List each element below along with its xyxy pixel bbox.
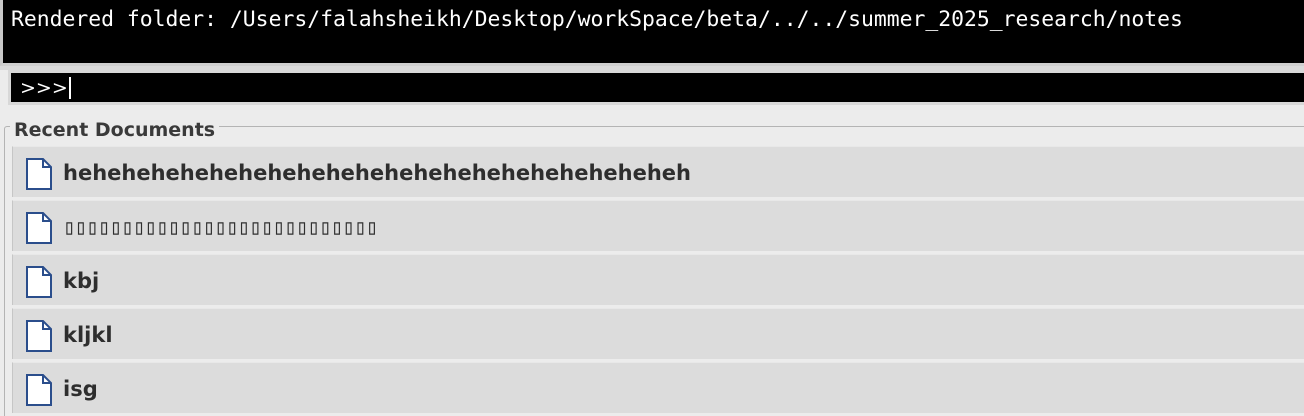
list-item[interactable]: hehehehehehehehehehehehehehehehehehehehe… xyxy=(12,146,1304,197)
command-input[interactable] xyxy=(75,75,1275,101)
recent-documents-title: Recent Documents xyxy=(10,117,220,143)
list-item[interactable]: isg xyxy=(12,362,1304,413)
document-name: hehehehehehehehehehehehehehehehehehehehe… xyxy=(63,161,692,185)
document-name: ▯▯▯▯▯▯▯▯▯▯▯▯▯▯▯▯▯▯▯▯▯▯▯▯▯▯▯ xyxy=(63,215,378,239)
command-prompt: >>> xyxy=(20,77,68,99)
document-icon xyxy=(26,158,52,190)
list-item[interactable]: kbj xyxy=(12,254,1304,305)
document-name: isg xyxy=(63,377,98,401)
list-item[interactable]: ▯▯▯▯▯▯▯▯▯▯▯▯▯▯▯▯▯▯▯▯▯▯▯▯▯▯▯ xyxy=(12,200,1304,251)
recent-documents-list: hehehehehehehehehehehehehehehehehehehehe… xyxy=(12,146,1304,416)
document-icon xyxy=(26,374,52,406)
app-window: Rendered folder: /Users/falahsheikh/Desk… xyxy=(0,0,1304,416)
document-name: kljkl xyxy=(63,323,113,347)
document-name: kbj xyxy=(63,269,100,293)
document-icon xyxy=(26,212,52,244)
document-icon xyxy=(26,266,52,298)
list-item[interactable]: kljkl xyxy=(12,308,1304,359)
console-output-text: Rendered folder: /Users/falahsheikh/Desk… xyxy=(11,7,1183,32)
console-output: Rendered folder: /Users/falahsheikh/Desk… xyxy=(0,0,1304,66)
text-caret xyxy=(69,77,71,99)
command-bar[interactable]: >>> xyxy=(8,70,1304,105)
document-icon xyxy=(26,320,52,352)
